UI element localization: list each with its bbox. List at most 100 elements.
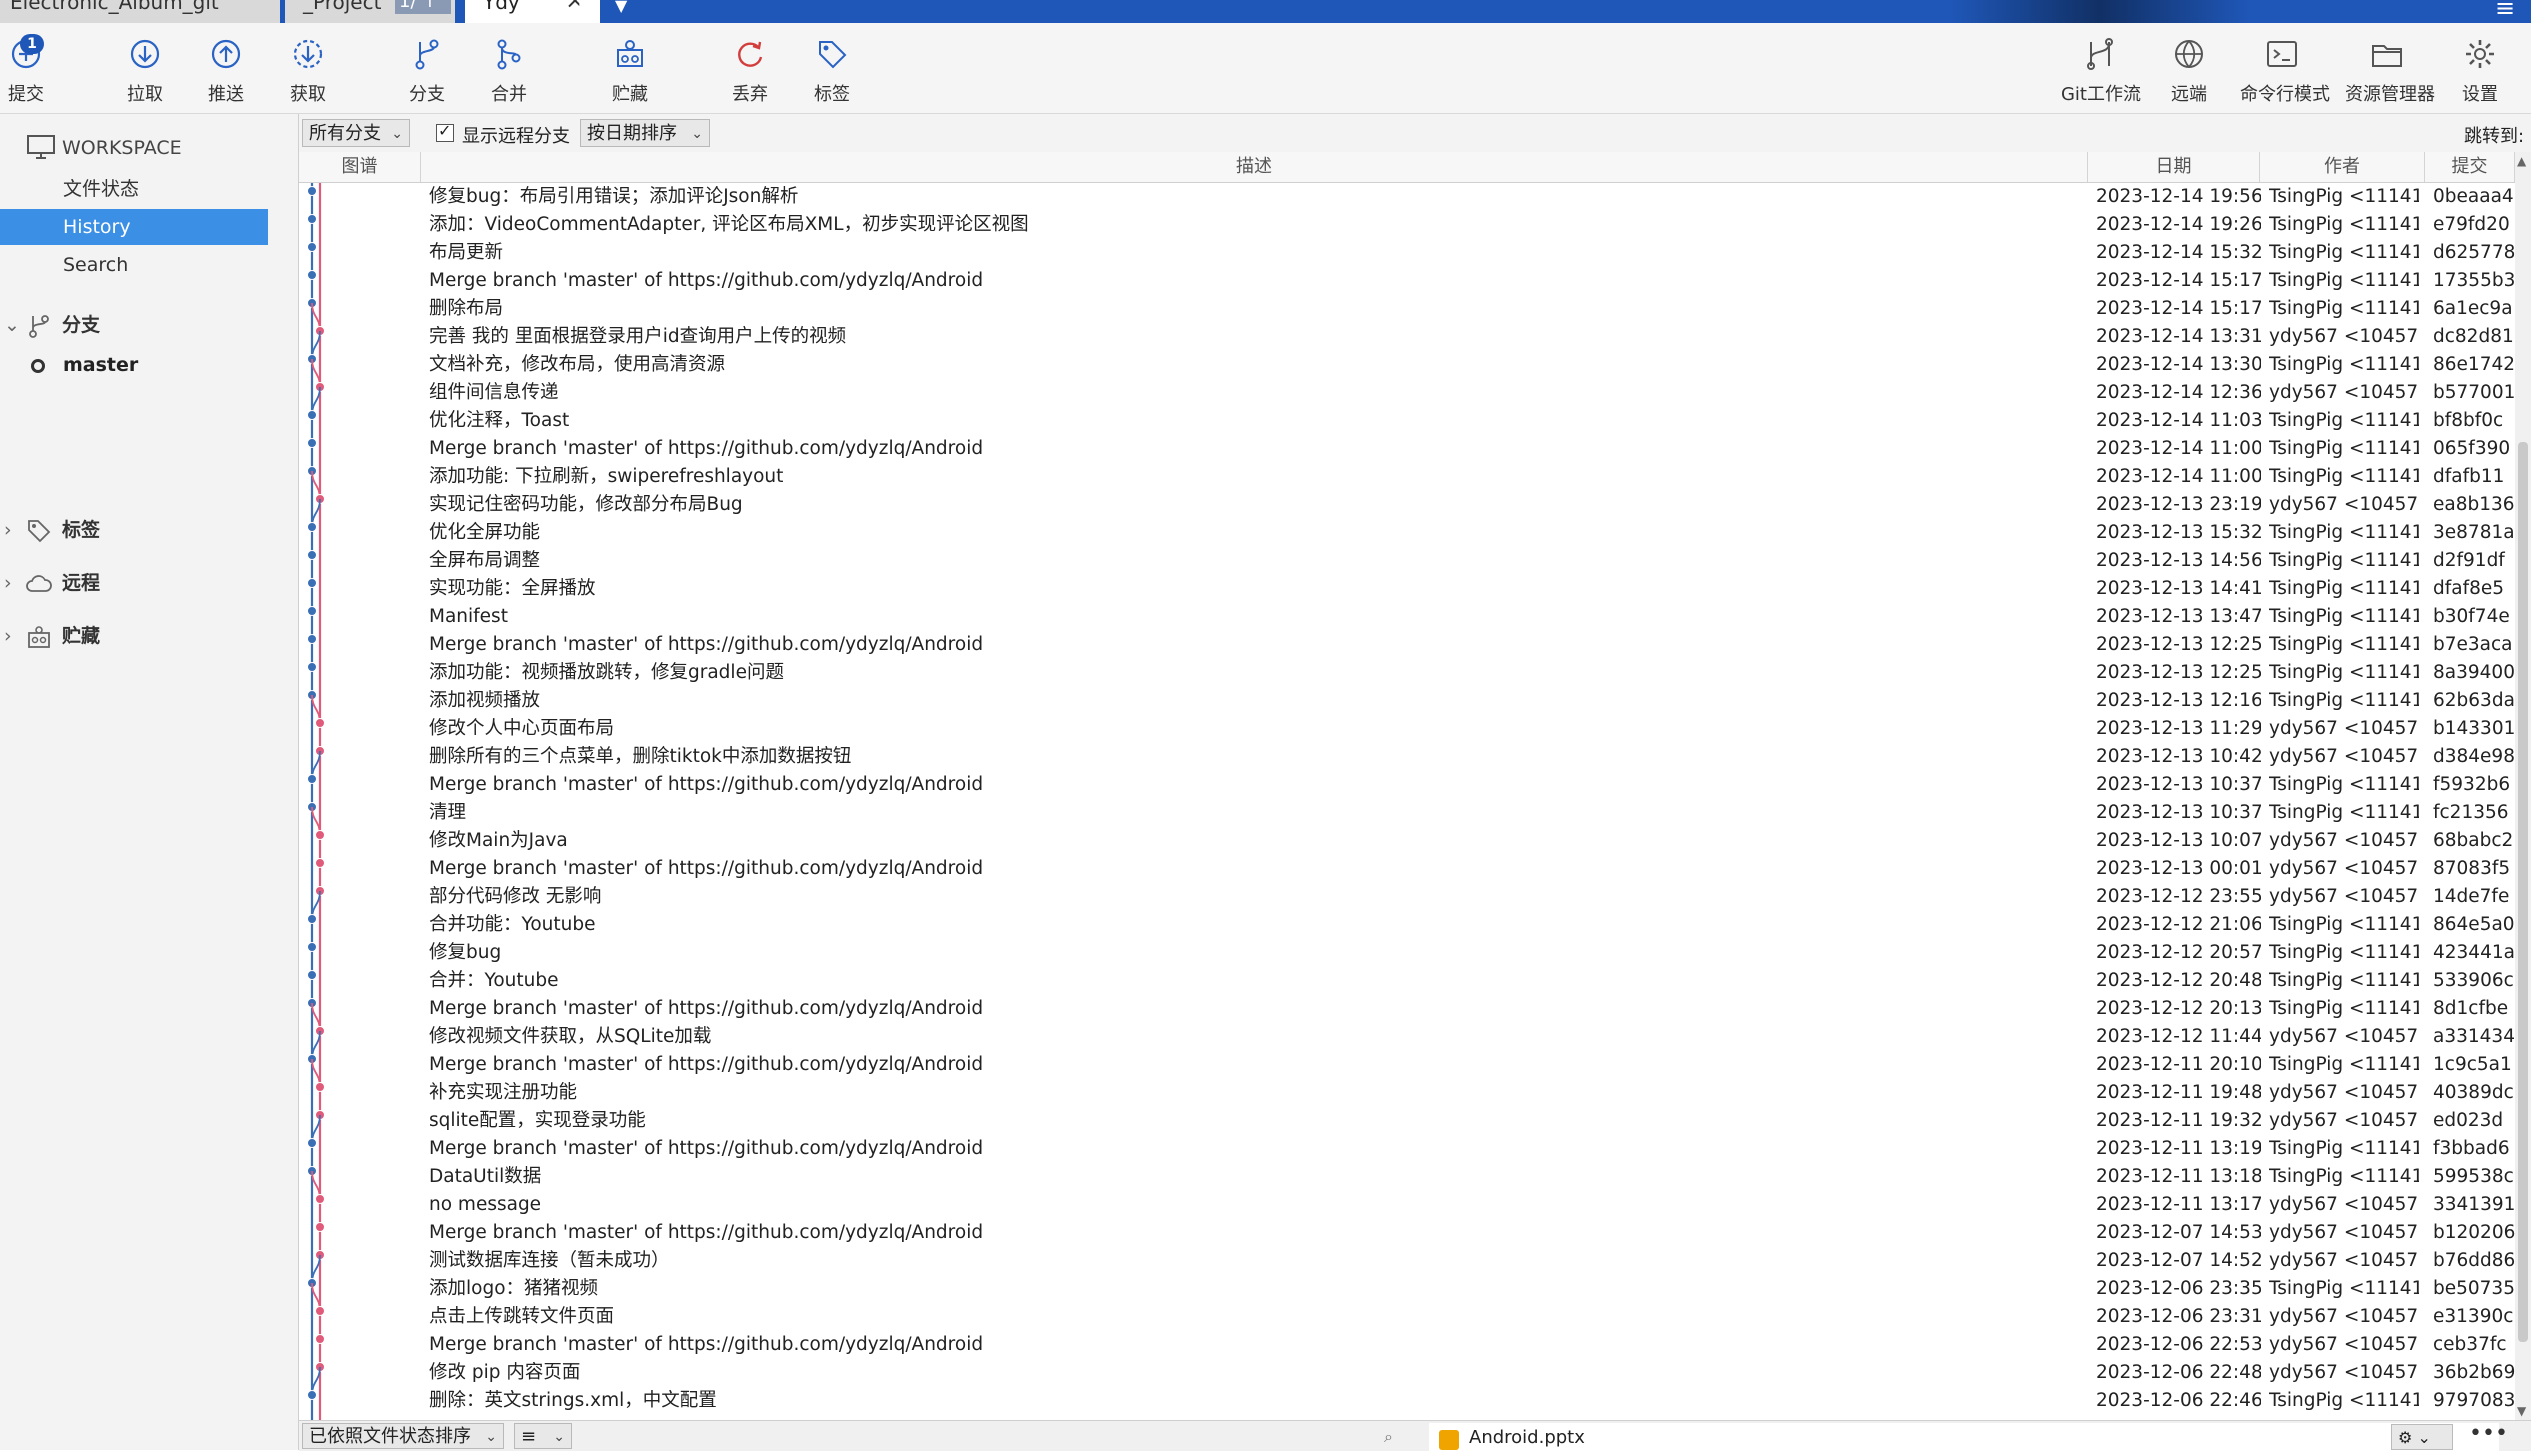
sidebar-section-tags[interactable]: › 标签 [0,511,268,549]
branch-button[interactable]: 分支 [385,23,469,111]
commit-row[interactable]: 点击上传跳转文件页面 2023-12-06 23:31 ydy567 <104573… [299,1303,2515,1331]
column-header-author[interactable]: 作者 [2260,152,2425,182]
commit-description: Merge branch 'master' of https://github.… [429,858,984,879]
commit-row[interactable]: 实现功能：全屏播放 2023-12-13 14:41 TsingPig <11141… [299,575,2515,603]
vertical-scrollbar[interactable]: ▲ ▼ [2515,152,2531,1420]
commit-row[interactable]: 修改 pip 内容页面 2023-12-06 22:48 ydy567 <10457… [299,1359,2515,1387]
sidebar-section-remotes[interactable]: › 远程 [0,564,268,602]
branch-label: 分支 [409,84,445,105]
commit-row[interactable]: 优化注释，Toast 2023-12-14 11:03 TsingPig <1114… [299,407,2515,435]
push-button[interactable]: 推送 [184,23,268,111]
sidebar-item-file-status[interactable]: 文件状态 [0,171,268,207]
commit-hash: d2f91df [2433,550,2505,571]
commit-row[interactable]: 测试数据库连接（暂未成功） 2023-12-07 14:52 ydy567 <104… [299,1247,2515,1275]
git-flow-button[interactable]: Git工作流 [2058,23,2144,111]
more-options-icon[interactable]: ••• [2469,1421,2508,1446]
commit-row[interactable]: Merge branch 'master' of https://github.… [299,1331,2515,1359]
commit-row[interactable]: 添加logo：猪猪视频 2023-12-06 23:35 TsingPig <111… [299,1275,2515,1303]
commit-row[interactable]: 合并功能：Youtube 2023-12-12 21:06 TsingPig <11… [299,911,2515,939]
sidebar-section-branches[interactable]: ⌄ 分支 [0,306,268,344]
commit-row[interactable]: 优化全屏功能 2023-12-13 15:32 TsingPig <11141 3e8… [299,519,2515,547]
scroll-down-icon[interactable]: ▼ [2517,1404,2526,1418]
show-remote-checkbox[interactable] [436,121,454,142]
tab-electronic-album[interactable]: Electronic_Album_git [0,0,280,23]
tab-project[interactable]: _Project 1/ ↑ [285,0,455,23]
commit-row[interactable]: Merge branch 'master' of https://github.… [299,995,2515,1023]
terminal-button[interactable]: 命令行模式 [2240,23,2330,111]
commit-row[interactable]: 清理 2023-12-13 10:37 TsingPig <11141 fc21356 [299,799,2515,827]
window-menu-icon[interactable]: ≡ [2495,0,2515,22]
commit-row[interactable]: 组件间信息传递 2023-12-14 12:36 ydy567 <104573 b57… [299,379,2515,407]
tag-button[interactable]: 标签 [790,23,874,111]
branch-filter-dropdown[interactable]: 所有分支 ⌄ [302,119,410,147]
branch-item-master[interactable]: master [0,348,268,382]
column-header-commit[interactable]: 提交 [2425,152,2515,182]
commit-hash: fc21356 [2433,802,2509,823]
file-sort-dropdown[interactable]: 已依照文件状态排序 ⌄ [302,1423,504,1449]
merge-button[interactable]: 合并 [467,23,551,111]
file-preview-header[interactable]: Android.pptx [1429,1423,2499,1451]
commit-row[interactable]: no message 2023-12-11 13:17 ydy567 <104573… [299,1191,2515,1219]
pull-button[interactable]: 拉取 [103,23,187,111]
commit-row[interactable]: 完善 我的 里面根据登录用户id查询用户上传的视频 2023-12-14 13:3… [299,323,2515,351]
sidebar-item-history[interactable]: History [0,209,268,245]
commit-row[interactable]: 布局更新 2023-12-14 15:32 TsingPig <11141 d6257… [299,239,2515,267]
commit-row[interactable]: 修改Main为Java 2023-12-13 10:07 ydy567 <10457… [299,827,2515,855]
commit-row[interactable]: Merge branch 'master' of https://github.… [299,435,2515,463]
commit-row[interactable]: 修复bug：布局引用错误；添加评论Json解析 2023-12-14 19:56 T… [299,183,2515,211]
commit-author: TsingPig <11141 [2269,1166,2419,1187]
commit-row[interactable]: Merge branch 'master' of https://github.… [299,771,2515,799]
commit-row[interactable]: Manifest 2023-12-13 13:47 TsingPig <11141 b… [299,603,2515,631]
explorer-button[interactable]: 资源管理器 [2345,23,2435,111]
commit-row[interactable]: Merge branch 'master' of https://github.… [299,1051,2515,1079]
commit-row[interactable]: 合并：Youtube 2023-12-12 20:48 TsingPig <1114… [299,967,2515,995]
commit-row[interactable]: DataUtil数据 2023-12-11 13:18 TsingPig <1114… [299,1163,2515,1191]
commit-row[interactable]: Merge branch 'master' of https://github.… [299,631,2515,659]
commit-row[interactable]: Merge branch 'master' of https://github.… [299,1219,2515,1247]
fetch-label: 获取 [290,84,326,105]
commit-button[interactable]: 1 提交 [0,23,68,111]
scroll-up-icon[interactable]: ▲ [2517,154,2526,168]
commit-row[interactable]: 全屏布局调整 2023-12-13 14:56 TsingPig <11141 d2f… [299,547,2515,575]
stash-label: 贮藏 [612,84,648,105]
commit-row[interactable]: 修改个人中心页面布局 2023-12-13 11:29 ydy567 <104573… [299,715,2515,743]
commit-row[interactable]: 删除布局 2023-12-14 15:17 TsingPig <11141 6a1ec… [299,295,2515,323]
commit-row[interactable]: Merge branch 'master' of https://github.… [299,1135,2515,1163]
sidebar-item-search[interactable]: Search [0,247,268,283]
fetch-button[interactable]: 获取 [266,23,350,111]
commit-date: 2023-12-06 23:31 [2096,1306,2261,1327]
tab-list-chevron-icon[interactable]: ▼ [615,0,627,15]
scrollbar-thumb[interactable] [2518,442,2528,1342]
commit-row[interactable]: 添加功能: 下拉刷新，swiperefreshlayout 2023-12-14 … [299,463,2515,491]
discard-button[interactable]: 丢弃 [708,23,792,111]
column-header-date[interactable]: 日期 [2088,152,2260,182]
sidebar-section-stashes[interactable]: › 贮藏 [0,617,268,655]
add-tab-icon[interactable]: + [568,0,593,23]
sort-dropdown[interactable]: 按日期排序 ⌄ [580,119,710,147]
remote-button[interactable]: 远端 [2147,23,2231,111]
commit-row[interactable]: 修改视频文件获取，从SQLite加载 2023-12-12 11:44 ydy567… [299,1023,2515,1051]
settings-dropdown[interactable]: ⚙ ⌄ [2391,1424,2453,1450]
column-header-graph[interactable]: 图谱 [299,152,421,182]
commit-row[interactable]: 添加：VideoCommentAdapter, 评论区布局XML，初步实现评论区… [299,211,2515,239]
commit-row[interactable]: 删除所有的三个点菜单，删除tiktok中添加数据按钮 2023-12-13 10:… [299,743,2515,771]
commit-row[interactable]: sqlite配置，实现登录功能 2023-12-11 19:32 ydy567 <1… [299,1107,2515,1135]
commit-date: 2023-12-12 20:48 [2096,970,2261,991]
commit-row[interactable]: 部分代码修改 无影响 2023-12-12 23:55 ydy567 <104573… [299,883,2515,911]
stash-button[interactable]: 贮藏 [588,23,672,111]
commit-row[interactable]: 添加功能：视频播放跳转，修复gradle问题 2023-12-13 12:25 Ts… [299,659,2515,687]
settings-button[interactable]: 设置 [2438,23,2522,111]
commit-row[interactable]: 修复bug 2023-12-12 20:57 TsingPig <11141 4234… [299,939,2515,967]
commit-row[interactable]: 实现记住密码功能，修改部分布局Bug 2023-12-13 23:19 ydy567… [299,491,2515,519]
commit-row[interactable]: Merge branch 'master' of https://github.… [299,267,2515,295]
commit-row[interactable]: 删除：英文strings.xml，中文配置 2023-12-06 22:46 Tsi… [299,1387,2515,1415]
column-header-description[interactable]: 描述 [421,152,2088,182]
search-icon[interactable]: ⌕ [1384,1427,1393,1447]
commit-row[interactable]: 补充实现注册功能 2023-12-11 19:48 ydy567 <104573 40… [299,1079,2515,1107]
commit-row[interactable]: 添加视频播放 2023-12-13 12:16 TsingPig <11141 62b… [299,687,2515,715]
commit-row[interactable]: Merge branch 'master' of https://github.… [299,855,2515,883]
commit-hash: d625778 [2433,242,2515,263]
view-mode-dropdown[interactable]: ≡ ⌄ [514,1423,572,1449]
commit-row[interactable]: 文档补充，修改布局，使用高清资源 2023-12-14 13:30 TsingPig… [299,351,2515,379]
workspace-label: WORKSPACE [62,137,182,159]
